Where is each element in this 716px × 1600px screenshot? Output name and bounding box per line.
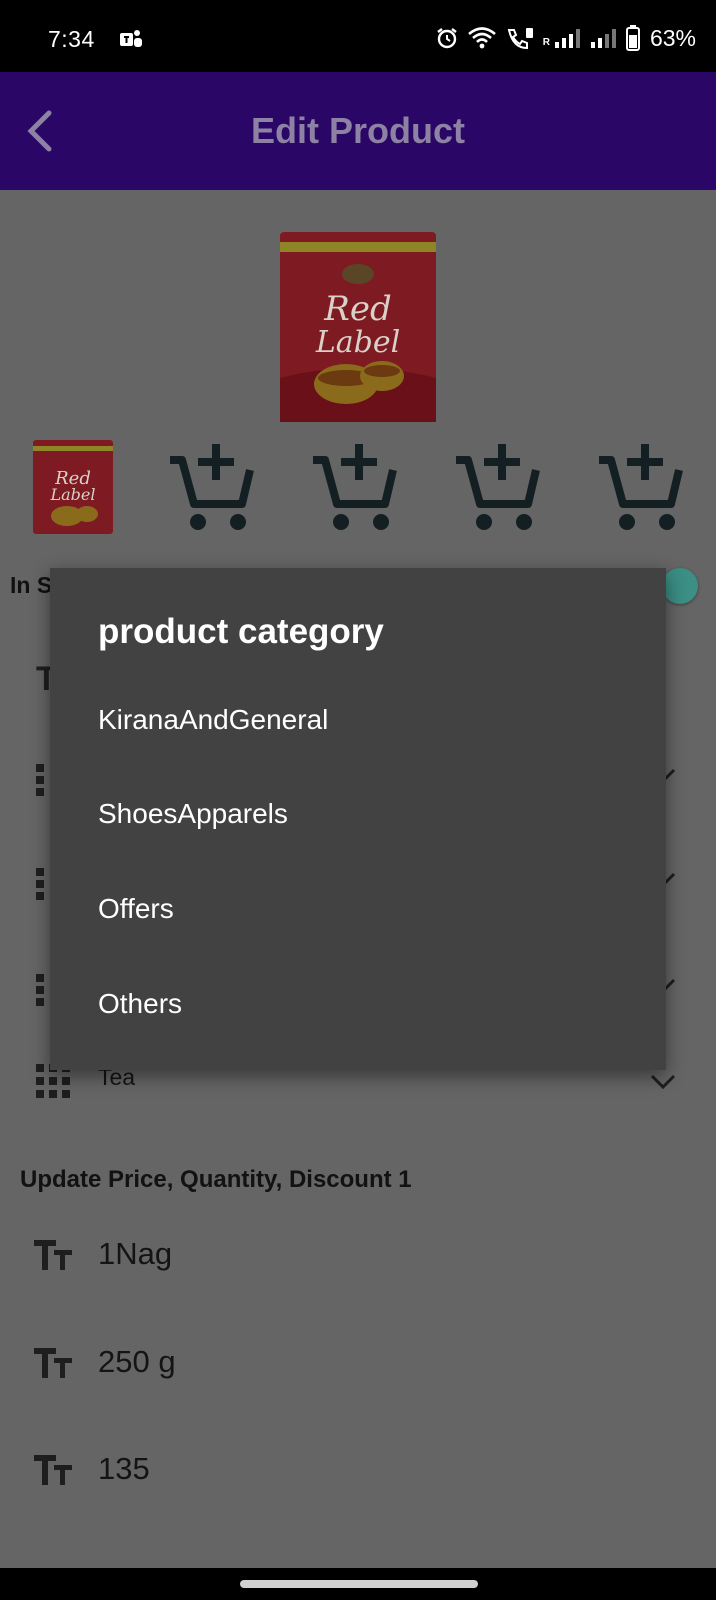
category-option-others[interactable]: Others [50, 958, 666, 1052]
text-format-icon [34, 1455, 72, 1485]
battery-percent: 63% [649, 24, 696, 51]
unit-input[interactable]: 1Nag [0, 1226, 716, 1286]
quantity-input[interactable]: 250 g [0, 1334, 716, 1394]
unit-value: 1Nag [98, 1236, 173, 1271]
product-main-image[interactable]: Red Label [276, 228, 440, 426]
add-image-slot-4[interactable] [452, 438, 542, 536]
thumbnail-image-1[interactable]: Red Label [28, 438, 118, 536]
grid-icon [36, 868, 44, 900]
signal-icon [554, 29, 580, 48]
add-image-slot-2[interactable] [166, 438, 256, 536]
wifi-icon [467, 27, 496, 49]
add-to-cart-icon [313, 444, 397, 530]
option-label: KiranaAndGeneral [98, 704, 329, 735]
grid-icon [36, 974, 44, 1006]
quantity-value: 250 g [98, 1344, 176, 1379]
status-time: 7:34 [48, 26, 95, 52]
grid-icon [36, 764, 44, 796]
home-indicator[interactable] [240, 1580, 478, 1588]
chevron-down-icon [650, 1074, 676, 1090]
text-format-icon [34, 1240, 72, 1270]
category-option-shoes-apparels[interactable]: ShoesApparels [50, 768, 666, 862]
teams-icon [120, 30, 142, 47]
signal-icon [590, 29, 616, 48]
product-thumbnails: Red Label [0, 438, 716, 538]
svg-text:Label: Label [315, 325, 400, 360]
svg-text:Red: Red [323, 289, 392, 329]
option-label: ShoesApparels [98, 798, 288, 829]
option-label: Offers [98, 893, 174, 924]
pricing-section-title: Update Price, Quantity, Discount 1 [20, 1166, 412, 1193]
page-title: Edit Product [251, 110, 465, 151]
navigation-bar [0, 1568, 716, 1600]
add-to-cart-icon [170, 444, 254, 530]
add-to-cart-icon [456, 444, 540, 530]
status-icons: R 63% [435, 24, 696, 52]
svg-text:Label: Label [50, 485, 96, 504]
in-stock-toggle[interactable] [662, 568, 698, 604]
wifi-calling-icon [507, 28, 533, 50]
dialog-title: product category [98, 612, 384, 651]
alarm-icon [436, 28, 457, 49]
add-image-slot-5[interactable] [595, 438, 685, 536]
network-roaming-label: R [542, 37, 550, 48]
battery-icon [625, 25, 640, 51]
text-format-icon [34, 1348, 72, 1378]
add-to-cart-icon [599, 444, 683, 530]
product-category-dialog: product category KiranaAndGeneral ShoesA… [50, 568, 666, 1070]
status-bar: 7:34 R 63% [0, 0, 716, 72]
option-label: Others [98, 988, 183, 1019]
app-bar: Edit Product [0, 72, 716, 190]
price-value: 135 [98, 1451, 150, 1486]
category-option-kirana[interactable]: KiranaAndGeneral [50, 674, 666, 768]
in-stock-label: In S [10, 572, 53, 598]
product-thumbnail-image: Red Label [33, 440, 113, 534]
price-input[interactable]: 135 [0, 1441, 716, 1501]
category-option-offers[interactable]: Offers [50, 863, 666, 957]
add-image-slot-3[interactable] [309, 438, 399, 536]
